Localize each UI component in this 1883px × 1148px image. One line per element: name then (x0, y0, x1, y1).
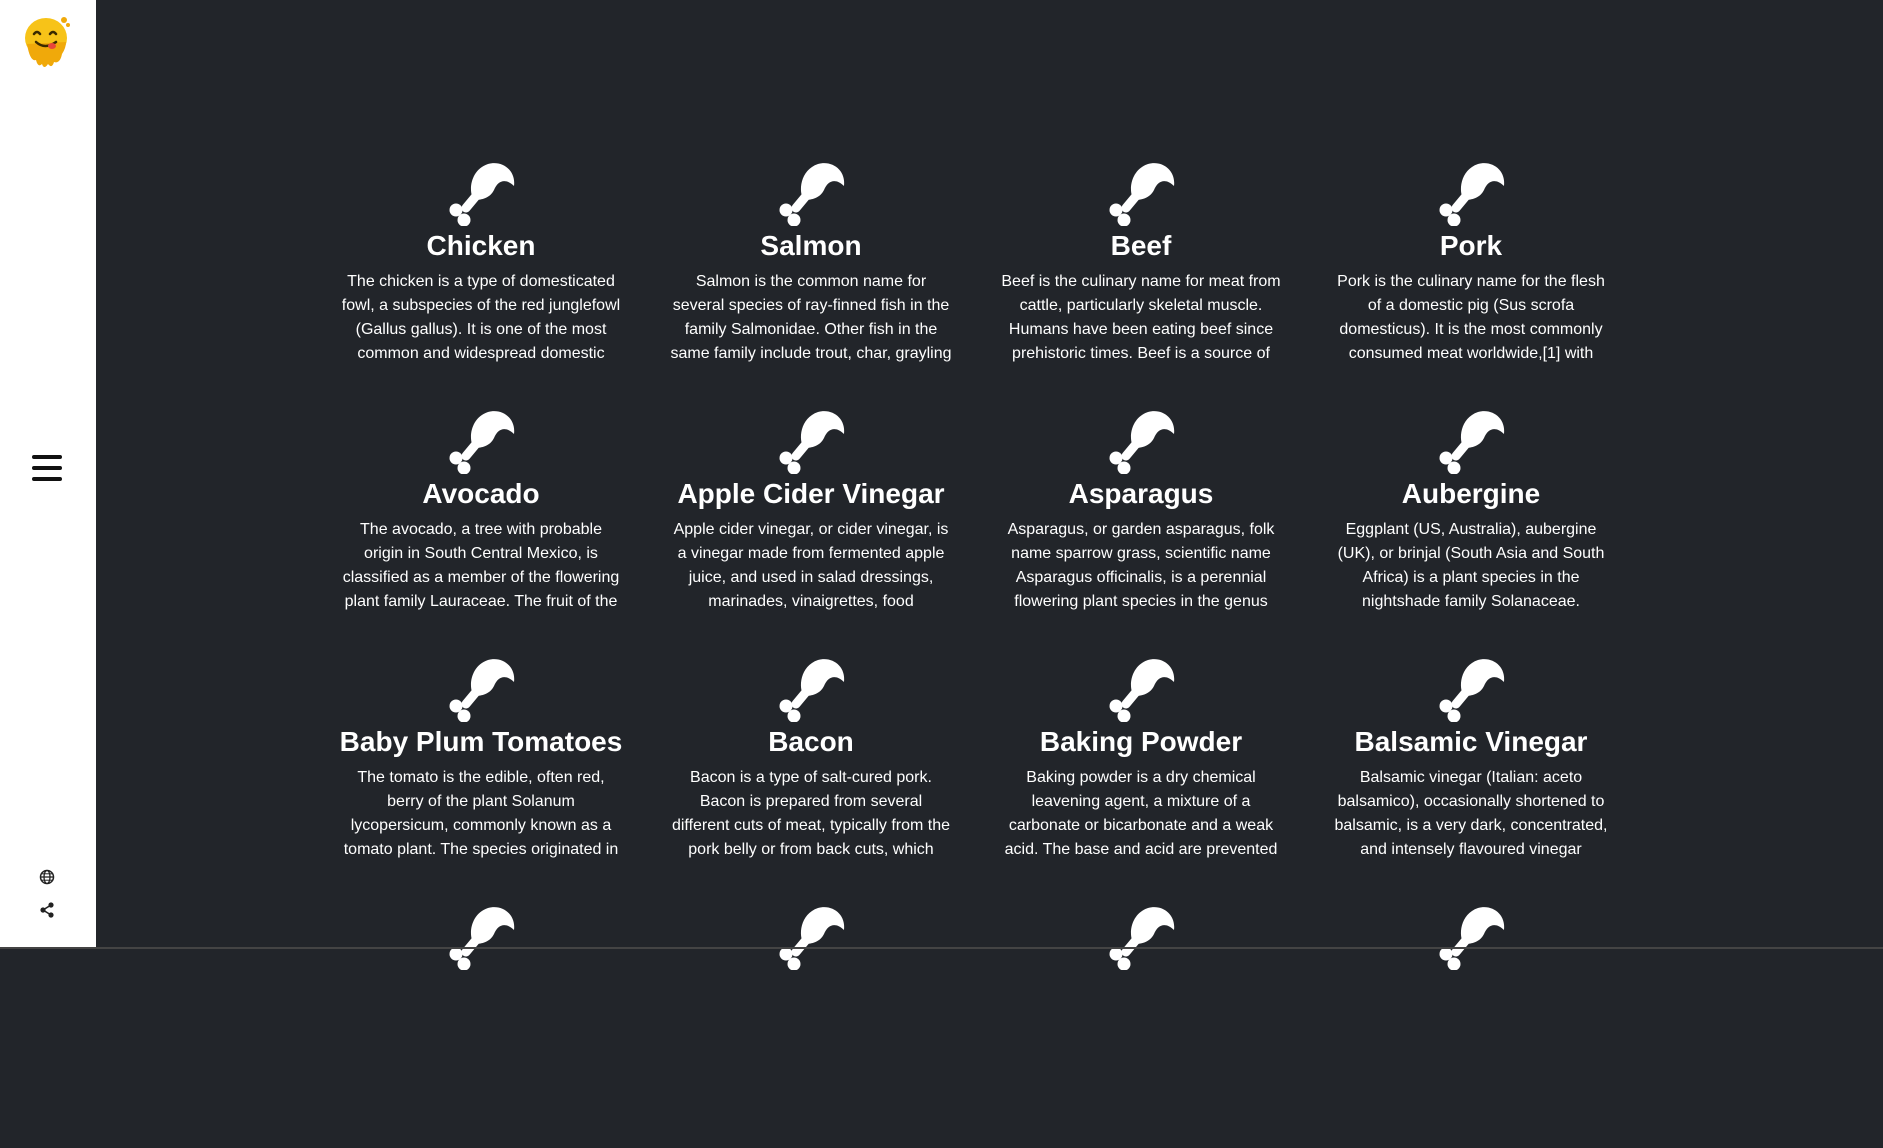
ingredient-card[interactable]: Balsamic Vinegar Balsamic vinegar (Itali… (1306, 652, 1636, 900)
ingredient-grid: Chicken The chicken is a type of domesti… (316, 156, 1636, 1148)
ingredient-title[interactable]: Salmon (760, 228, 861, 264)
ingredient-card[interactable]: Salmon Salmon is the common name for sev… (646, 156, 976, 404)
ingredient-card[interactable]: Asparagus Asparagus, or garden asparagus… (976, 404, 1306, 652)
ingredient-description: The tomato is the edible, often red, ber… (343, 769, 619, 858)
ingredient-title[interactable]: Balsamic Vinegar (1355, 724, 1588, 760)
drumstick-icon (776, 900, 846, 971)
ingredient-card[interactable] (1306, 900, 1636, 1148)
menu-bar (32, 477, 62, 481)
ingredient-card[interactable] (316, 900, 646, 1148)
drumstick-icon (1106, 900, 1176, 971)
ingredient-card[interactable]: Aubergine Eggplant (US, Australia), aube… (1306, 404, 1636, 652)
ingredient-card[interactable]: Pork Pork is the culinary name for the f… (1306, 156, 1636, 404)
ingredient-title[interactable]: Baking Powder (1040, 724, 1242, 760)
drumstick-icon (1436, 900, 1506, 971)
ingredient-title[interactable]: Aubergine (1402, 476, 1540, 512)
ingredient-card[interactable]: Bacon Bacon is a type of salt-cured pork… (646, 652, 976, 900)
drumstick-icon (446, 404, 516, 475)
ingredient-description: The chicken is a type of domesticated fo… (341, 273, 621, 362)
menu-bar (32, 455, 62, 459)
ingredient-description: Eggplant (US, Australia), aubergine (UK)… (1337, 521, 1605, 610)
ingredient-card[interactable]: Avocado The avocado, a tree with probabl… (316, 404, 646, 652)
ingredient-card[interactable]: Chicken The chicken is a type of domesti… (316, 156, 646, 404)
ingredient-card[interactable]: Beef Beef is the culinary name for meat … (976, 156, 1306, 404)
drumstick-icon (446, 900, 516, 971)
drumstick-icon (1436, 404, 1506, 475)
ingredient-title[interactable]: Chicken (427, 228, 536, 264)
ingredient-description: Salmon is the common name for several sp… (670, 273, 952, 362)
ingredient-description (339, 978, 623, 1074)
ingredient-card[interactable]: Apple Cider Vinegar Apple cider vinegar,… (646, 404, 976, 652)
drumstick-icon (446, 652, 516, 723)
ingredient-description (669, 978, 953, 1074)
drumstick-icon (1436, 652, 1506, 723)
emoji-yum-logo[interactable] (22, 14, 72, 70)
share-icon[interactable] (39, 902, 55, 918)
ingredient-description (999, 978, 1283, 1074)
ingredient-card[interactable]: Baby Plum Tomatoes The tomato is the edi… (316, 652, 646, 900)
ingredient-title[interactable]: Bacon (768, 724, 854, 760)
ingredient-title[interactable]: Asparagus (1069, 476, 1214, 512)
main-content: Chicken The chicken is a type of domesti… (96, 0, 1883, 971)
drumstick-icon (776, 404, 846, 475)
drumstick-icon (446, 156, 516, 227)
drumstick-icon (1436, 156, 1506, 227)
ingredient-description (1329, 978, 1613, 1074)
drumstick-icon (776, 652, 846, 723)
drumstick-icon (1106, 156, 1176, 227)
ingredient-description: Asparagus, or garden asparagus, folk nam… (1007, 521, 1275, 610)
ingredient-title[interactable]: Avocado (422, 476, 539, 512)
drumstick-icon (776, 156, 846, 227)
ingredient-description: Baking powder is a dry chemical leavenin… (1004, 769, 1278, 858)
ingredient-title[interactable]: Baby Plum Tomatoes (340, 724, 623, 760)
ingredient-card[interactable]: Baking Powder Baking powder is a dry che… (976, 652, 1306, 900)
ingredient-title[interactable]: Pork (1440, 228, 1502, 264)
ingredient-description: Bacon is a type of salt-cured pork. Baco… (671, 769, 951, 858)
ingredient-description: Beef is the culinary name for meat from … (1001, 273, 1281, 362)
drumstick-icon (1106, 404, 1176, 475)
ingredient-description: The avocado, a tree with probable origin… (342, 521, 620, 610)
ingredient-card[interactable] (646, 900, 976, 1148)
ingredient-description: Apple cider vinegar, or cider vinegar, i… (673, 521, 949, 610)
hamburger-icon[interactable] (32, 455, 62, 483)
ingredient-card[interactable] (976, 900, 1306, 1148)
sidebar (0, 0, 96, 949)
ingredient-description: Balsamic vinegar (Italian: aceto balsami… (1334, 769, 1608, 858)
drumstick-icon (1106, 652, 1176, 723)
ingredient-description: Pork is the culinary name for the flesh … (1337, 273, 1605, 362)
menu-bar (32, 466, 62, 470)
ingredient-title[interactable]: Apple Cider Vinegar (677, 476, 944, 512)
ingredient-title[interactable]: Beef (1111, 228, 1172, 264)
globe-icon[interactable] (39, 869, 55, 885)
